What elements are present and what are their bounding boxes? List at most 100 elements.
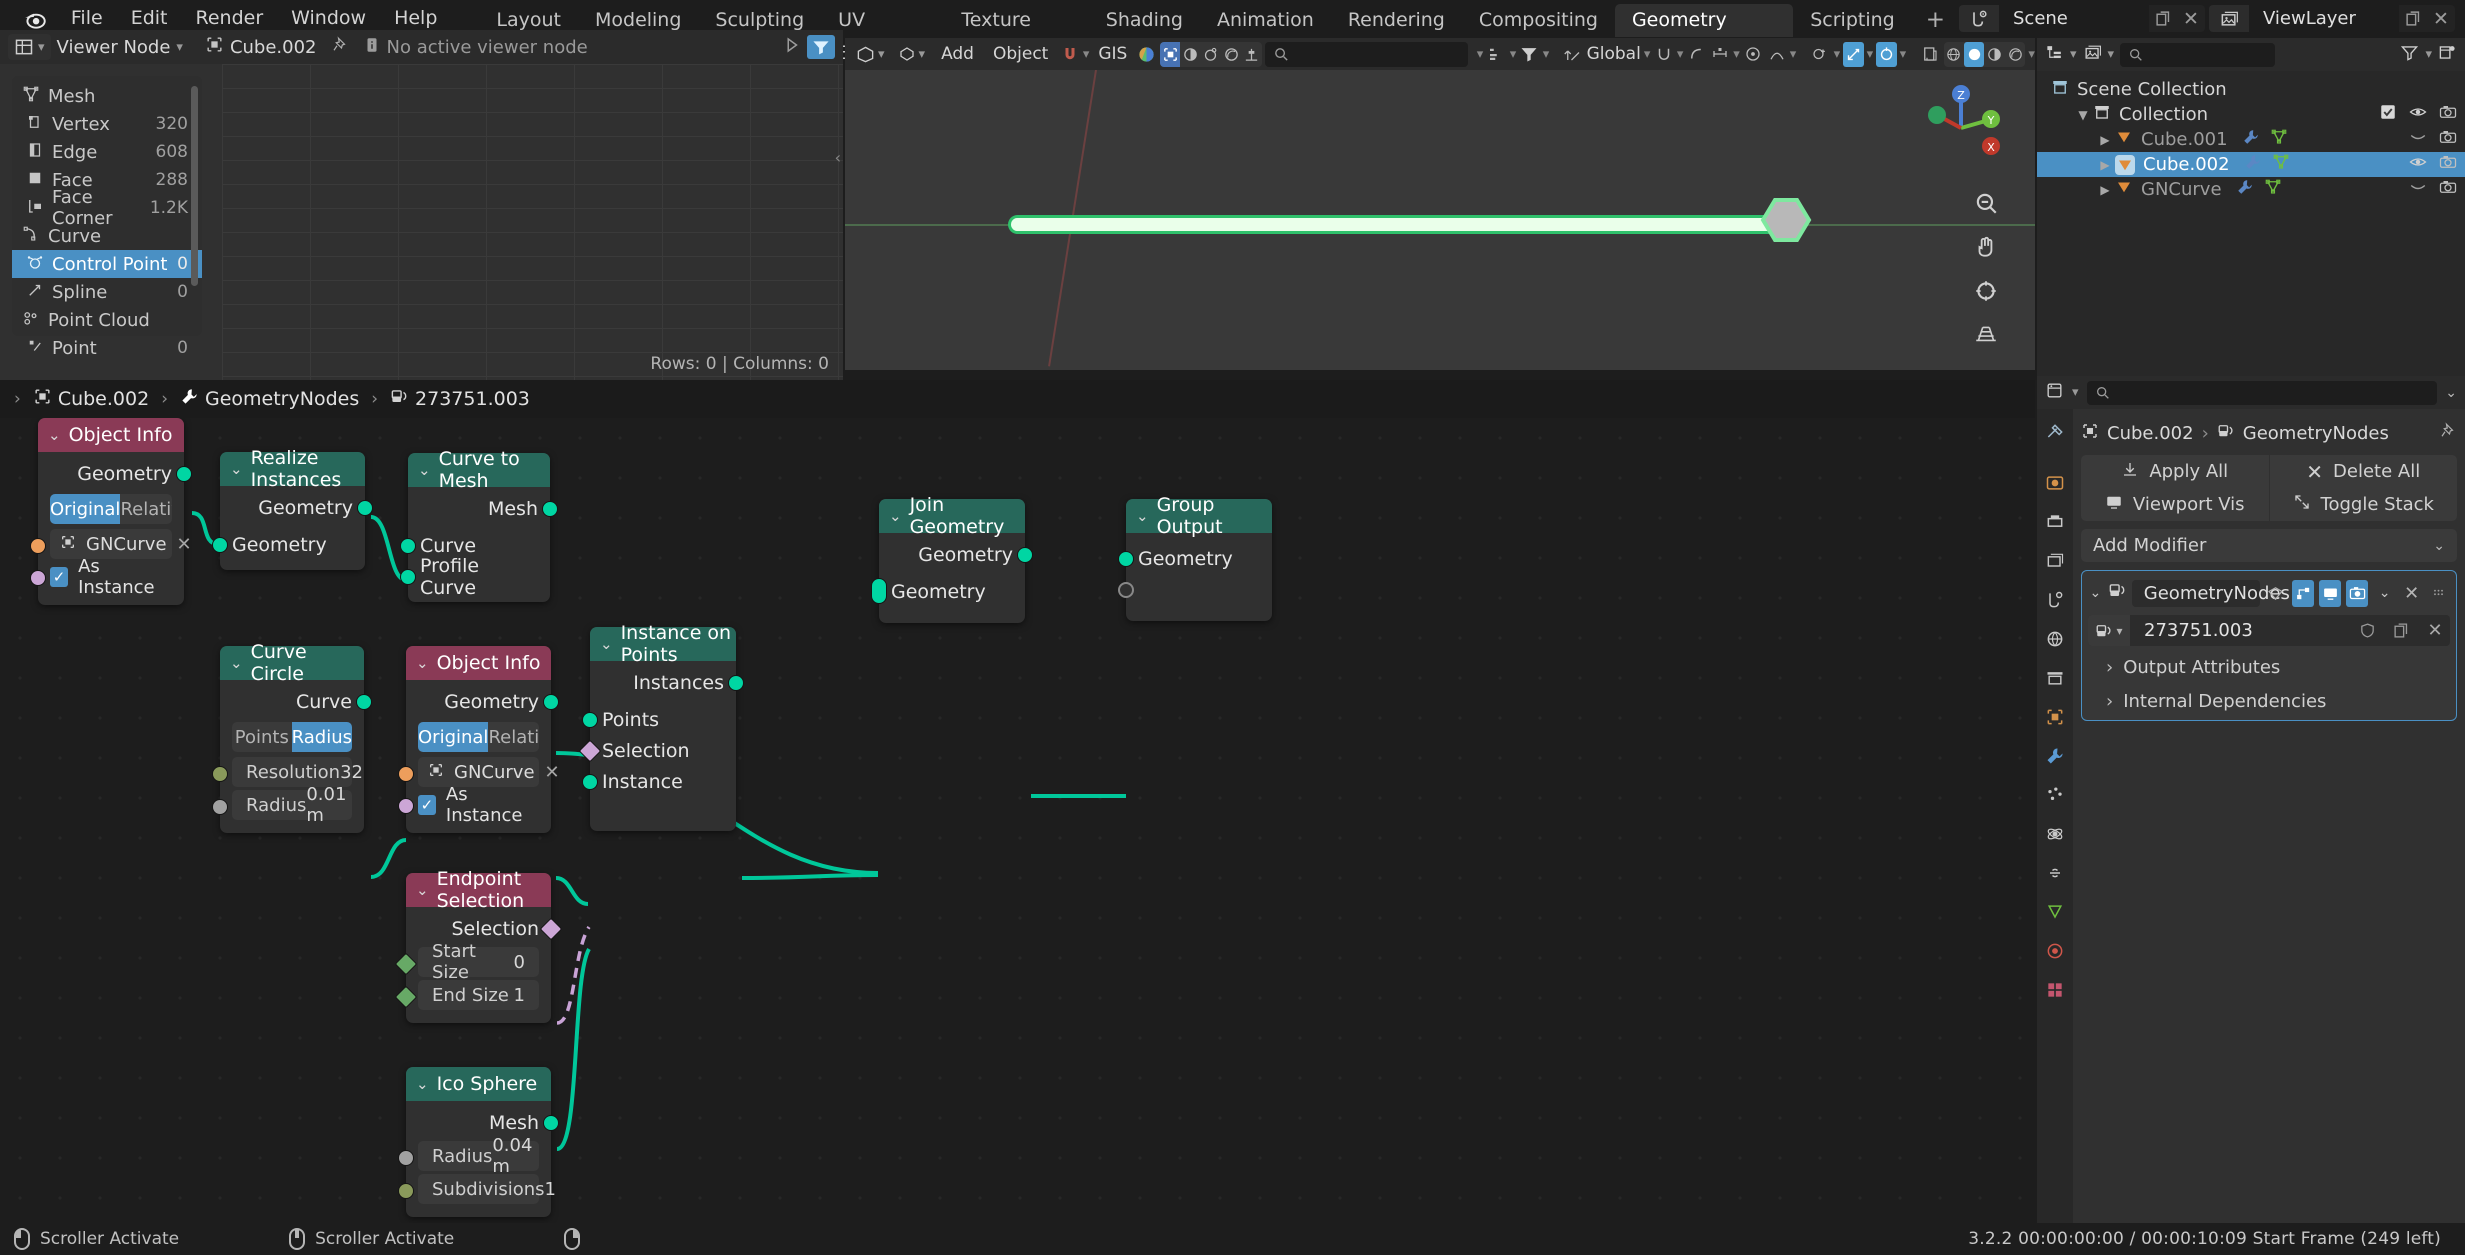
shading-material-preview-icon[interactable] <box>1984 42 2004 67</box>
node-curve-to-mesh[interactable]: ⌄ Curve to Mesh Mesh Curve Profile Curve <box>400 448 558 602</box>
as-instance-row[interactable]: ✓ As Instance <box>418 784 539 826</box>
tab-compositing[interactable]: Compositing <box>1462 4 1615 37</box>
shading-material-icon[interactable] <box>1201 42 1221 67</box>
eye-icon[interactable] <box>2409 103 2427 126</box>
node-header[interactable]: ⌄ Object Info <box>406 646 551 680</box>
mesh-data-icon[interactable] <box>2272 153 2290 176</box>
node-header[interactable]: ⌄ Curve to Mesh <box>408 448 550 492</box>
eye-closed-icon[interactable] <box>2409 178 2427 201</box>
node-curve-circle[interactable]: ⌄ Curve Circle Curve Points Radius Resol… <box>212 641 372 833</box>
shading-mode-group[interactable] <box>1943 41 2026 67</box>
mode-toggle[interactable]: Points Radius <box>232 722 352 752</box>
option-points[interactable]: Points <box>232 722 292 752</box>
node-header[interactable]: ⌄ Curve Circle <box>220 641 364 685</box>
expand-triangle-icon[interactable]: ▶ <box>2095 183 2115 197</box>
geometry-multi-socket[interactable] <box>871 578 887 604</box>
chevron-down-icon[interactable]: ⌄ <box>2433 538 2445 554</box>
points-socket[interactable] <box>582 712 598 728</box>
chevron-down-icon[interactable]: ⌄ <box>889 507 902 525</box>
input-socket-row-empty[interactable] <box>1118 574 1272 605</box>
chevron-down-icon[interactable]: ⌄ <box>48 426 61 444</box>
properties-tab-material[interactable] <box>2042 938 2068 964</box>
delete-all-button[interactable]: ✕ Delete All <box>2270 455 2458 488</box>
mesh-socket[interactable] <box>543 1115 559 1131</box>
navigation-gizmo[interactable]: Z Y X <box>1915 82 2007 174</box>
close-icon[interactable]: ✕ <box>2427 5 2455 32</box>
viewport-search-input[interactable] <box>1265 41 1468 67</box>
shading-solid-icon[interactable] <box>1963 41 1985 67</box>
duplicate-icon[interactable] <box>2149 5 2177 32</box>
modifier-header[interactable]: ⌄ GeometryNodes ⌄ ✕ <box>2088 577 2450 609</box>
as-instance-socket[interactable] <box>398 798 414 814</box>
output-socket-row[interactable]: Geometry <box>879 539 1033 570</box>
node-instance-on-points[interactable]: ⌄ Instance on Points Instances Points Se… <box>578 622 744 831</box>
chevron-down-icon[interactable]: ⌄ <box>600 635 613 653</box>
chevron-down-icon[interactable]: ⌄ <box>416 654 429 672</box>
properties-tab-data[interactable] <box>2042 899 2068 925</box>
chevron-down-icon[interactable]: ⌄ <box>2088 585 2103 601</box>
input-socket-row[interactable]: Geometry <box>871 576 1025 607</box>
filter-icon[interactable] <box>1519 42 1539 67</box>
geometry-socket[interactable] <box>357 500 373 516</box>
geometry-socket[interactable] <box>176 466 192 482</box>
mesh-socket[interactable] <box>542 501 558 517</box>
option-original[interactable]: Original <box>418 722 489 752</box>
modifier-wrench-icon[interactable] <box>2236 178 2254 201</box>
properties-tab-viewlayer[interactable] <box>2042 548 2068 574</box>
outliner-row-scene-collection[interactable]: Scene Collection <box>2037 77 2465 102</box>
camera-icon[interactable] <box>2439 178 2457 201</box>
object-socket[interactable] <box>398 766 414 782</box>
node-object-info-2[interactable]: ⌄ Object Info Geometry Original Relative… <box>398 646 560 833</box>
option-original[interactable]: Original <box>50 494 121 524</box>
resolution-socket[interactable] <box>212 766 228 782</box>
magnet-icon[interactable] <box>1059 42 1079 67</box>
checkbox-icon[interactable]: ✓ <box>418 795 436 815</box>
pin-icon[interactable] <box>2439 421 2457 445</box>
drag-handle-icon[interactable] <box>2428 580 2450 607</box>
chevron-down-icon[interactable]: ⌄ <box>1136 507 1149 525</box>
checkbox-icon[interactable]: ✓ <box>50 567 69 587</box>
eye-closed-icon[interactable] <box>2409 128 2427 151</box>
mesh-data-icon[interactable] <box>2270 128 2288 151</box>
properties-tab-constraints[interactable] <box>2042 860 2068 886</box>
geometry-socket[interactable] <box>1017 547 1033 563</box>
scene-name[interactable]: Scene <box>1999 5 2149 32</box>
node-header[interactable]: ⌄ Endpoint Selection <box>406 868 551 912</box>
tab-rendering[interactable]: Rendering <box>1331 4 1462 37</box>
tab-geometry-nodes[interactable]: Geometry Nodes <box>1614 4 1794 64</box>
3d-viewport-icon[interactable]: ▾ <box>851 42 890 67</box>
domain-item-point[interactable]: Point 0 <box>12 334 202 362</box>
as-instance-socket[interactable] <box>30 570 46 586</box>
scrollbar[interactable] <box>191 86 198 286</box>
node-ico-sphere[interactable]: ⌄ Ico Sphere Mesh Radius 0.04 m Subdivis… <box>398 1067 559 1217</box>
node-endpoint-selection[interactable]: ⌄ Endpoint Selection Selection Start Siz… <box>394 868 563 1023</box>
geometry-socket[interactable] <box>212 537 228 553</box>
profile-curve-socket[interactable] <box>400 569 416 585</box>
object-field[interactable]: GNCurve ✕ <box>418 757 560 787</box>
measure-icon[interactable] <box>1710 42 1730 67</box>
radius-field[interactable]: Radius 0.01 m <box>232 784 352 826</box>
subdivisions-socket[interactable] <box>398 1183 414 1199</box>
viewport-render-icon[interactable] <box>1920 42 1940 67</box>
breadcrumb-modifier[interactable]: GeometryNodes <box>205 388 359 410</box>
edit-mode-display-icon[interactable] <box>2291 579 2315 607</box>
spreadsheet-editor-icon[interactable]: ▾ <box>8 34 51 60</box>
node-realize-instances[interactable]: ⌄ Realize Instances Geometry Geometry <box>212 447 373 570</box>
pivot-point-icon[interactable] <box>1486 42 1506 67</box>
shading-rendered-icon[interactable] <box>2005 42 2025 67</box>
duplicate-icon[interactable] <box>2399 5 2427 32</box>
domain-item-face-corner[interactable]: Face Corner 1.2K <box>12 187 202 229</box>
panel-collapse-arrow-icon[interactable]: ‹ <box>835 148 841 167</box>
chevron-down-icon[interactable]: ⌄ <box>2445 385 2457 401</box>
node-join-geometry[interactable]: ⌄ Join Geometry Geometry Geometry <box>871 494 1033 623</box>
node-header[interactable]: ⌄ Realize Instances <box>220 447 365 491</box>
input-socket-row[interactable]: Instance <box>582 766 736 797</box>
properties-tab-strip[interactable] <box>2037 409 2073 1225</box>
breadcrumb-modifier[interactable]: GeometryNodes <box>2243 423 2389 444</box>
viewport-shading-group[interactable] <box>1159 41 1263 67</box>
close-icon[interactable]: ✕ <box>2177 5 2205 32</box>
falloff-curve-icon[interactable] <box>1766 42 1786 67</box>
properties-editor-icon[interactable] <box>2045 381 2064 405</box>
option-radius[interactable]: Radius <box>291 722 352 752</box>
outliner-row-cube-001[interactable]: ▶ Cube.001 <box>2037 127 2465 152</box>
